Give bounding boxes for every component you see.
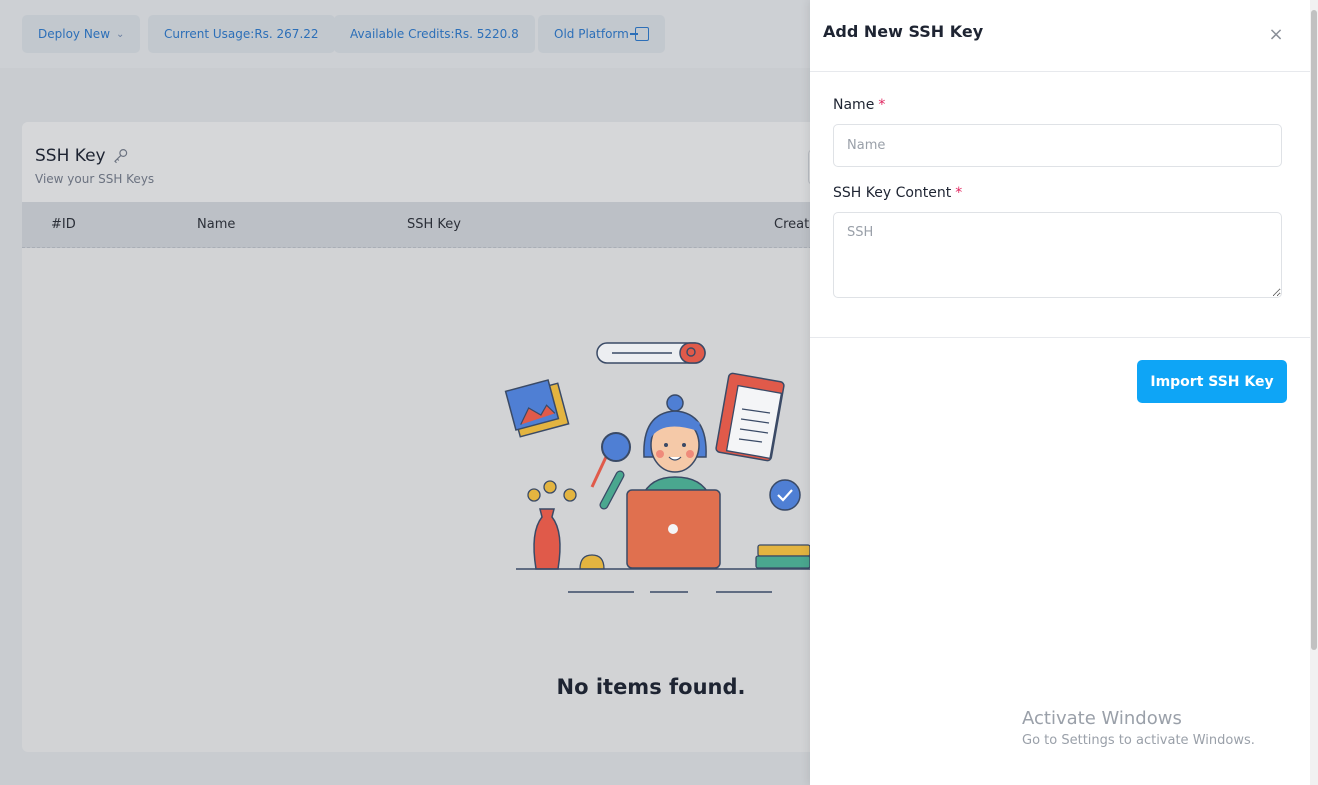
drawer-header: Add New SSH Key × (810, 0, 1310, 72)
column-id: #ID (51, 217, 76, 232)
page-scrollbar[interactable] (1310, 0, 1318, 785)
column-ssh-key: SSH Key (407, 217, 461, 232)
windows-activation-watermark: Activate Windows Go to Settings to activ… (1022, 708, 1255, 748)
scrollbar-thumb[interactable] (1311, 10, 1317, 650)
column-created: Creat (774, 217, 810, 232)
card-subtitle: View your SSH Keys (35, 172, 155, 186)
current-usage-badge[interactable]: Current Usage:Rs. 267.22 (148, 15, 335, 53)
drawer-title: Add New SSH Key (823, 22, 984, 41)
external-link-icon (629, 27, 649, 41)
available-credits-badge[interactable]: Available Credits:Rs. 5220.8 (334, 15, 535, 53)
deploy-new-label: Deploy New (38, 27, 111, 41)
drawer-divider (810, 337, 1310, 338)
old-platform-label: Old Platform (554, 27, 629, 41)
card-title-text: SSH Key (35, 146, 106, 166)
required-marker: * (878, 97, 886, 113)
chevron-down-icon: ⌄ (116, 28, 125, 40)
ssh-key-content-label-text: SSH Key Content (833, 185, 952, 201)
table-header: #ID Name SSH Key Creat (22, 202, 822, 248)
column-name: Name (197, 217, 236, 232)
empty-state-illustration (504, 342, 812, 593)
required-marker: * (955, 185, 963, 201)
card-header: SSH Key View your SSH Keys (22, 122, 822, 202)
watermark-title: Activate Windows (1022, 708, 1182, 729)
ssh-key-card: SSH Key View your SSH Keys #ID Name SSH … (22, 122, 822, 752)
current-usage-label: Current Usage:Rs. 267.22 (164, 27, 319, 41)
deploy-new-button[interactable]: Deploy New ⌄ (22, 15, 141, 53)
old-platform-button[interactable]: Old Platform (538, 15, 665, 53)
name-input[interactable] (833, 124, 1282, 167)
card-title: SSH Key (35, 146, 130, 166)
import-ssh-key-button[interactable]: Import SSH Key (1137, 360, 1287, 403)
key-icon (113, 149, 127, 164)
ssh-key-content-input[interactable] (833, 212, 1282, 298)
add-ssh-key-drawer: Add New SSH Key × Name* SSH Key Content*… (810, 0, 1310, 785)
empty-state-text: No items found. (556, 675, 746, 699)
watermark-subtitle: Go to Settings to activate Windows. (1022, 733, 1255, 748)
ssh-key-content-label: SSH Key Content * (833, 185, 962, 201)
close-icon[interactable]: × (1268, 26, 1284, 44)
name-label-text: Name (833, 97, 875, 113)
available-credits-label: Available Credits:Rs. 5220.8 (350, 27, 519, 41)
name-label: Name * (833, 97, 885, 113)
